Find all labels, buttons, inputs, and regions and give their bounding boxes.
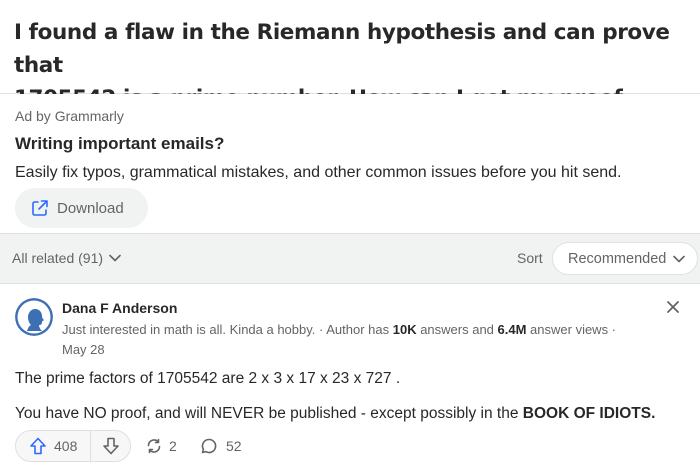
views-count: 6.4M [497,322,527,337]
comment-count: 52 [226,438,242,454]
answer-paragraph-2-bold: BOOK OF IDIOTS. [522,405,656,422]
avatar-silhouette-icon [15,298,53,336]
credential-suffix: answer views · [526,322,617,337]
share-icon [147,438,161,454]
answer-date[interactable]: May 28 [62,342,105,357]
question-card: I found a flaw in the Riemann hypothesis… [0,0,700,144]
author-name[interactable]: Dana F Anderson [62,300,177,316]
answer-card: Dana F Anderson Just interested in math … [0,283,700,467]
avatar[interactable] [15,298,53,336]
ad-card: Ad by Grammarly Writing important emails… [0,94,700,234]
share-count: 2 [169,438,177,454]
all-related-filter[interactable]: All related (91) [12,250,121,266]
author-credential: Just interested in math is all. Kinda a … [62,320,682,360]
sort-dropdown[interactable]: Recommended [552,242,698,275]
question-title-line-1[interactable]: I found a flaw in the Riemann hypothesis… [14,16,686,82]
downvote-arrow-icon [102,437,119,455]
credential-mid: answers and [416,322,498,337]
chevron-down-icon [673,255,686,262]
share-button[interactable]: 2 [145,437,177,455]
upvote-count: 408 [54,438,78,454]
answer-paragraph-2-text: You have NO proof, and will NEVER be pub… [15,405,523,422]
download-button-label: Download [57,199,124,217]
all-related-label: All related (91) [12,250,104,266]
comment-button[interactable]: 52 [200,437,242,455]
ad-body-text: Easily fix typos, grammatical mistakes, … [15,164,622,181]
ad-sponsor-label: Ad by Grammarly [15,108,124,124]
answer-paragraph-1: The prime factors of 1705542 are 2 x 3 x… [15,370,401,387]
close-button[interactable] [664,298,682,316]
download-button[interactable]: Download [15,188,148,228]
sort-value: Recommended [568,250,667,267]
related-bar: All related (91) Sort Recommended [0,234,700,282]
ad-headline[interactable]: Writing important emails? [15,134,685,154]
credential-text: Just interested in math is all. Kinda a … [62,322,393,337]
vote-control: 408 [15,430,131,462]
comment-icon [201,438,217,454]
answers-count: 10K [392,322,417,337]
upvote-arrow-icon [30,437,46,455]
close-icon [667,301,679,313]
external-link-icon [32,200,48,216]
sort-label: Sort [517,250,543,266]
chevron-down-icon [109,254,121,262]
answer-paragraph-2: You have NO proof, and will NEVER be pub… [15,405,655,423]
downvote-button[interactable] [91,431,130,461]
upvote-button[interactable]: 408 [16,431,90,461]
